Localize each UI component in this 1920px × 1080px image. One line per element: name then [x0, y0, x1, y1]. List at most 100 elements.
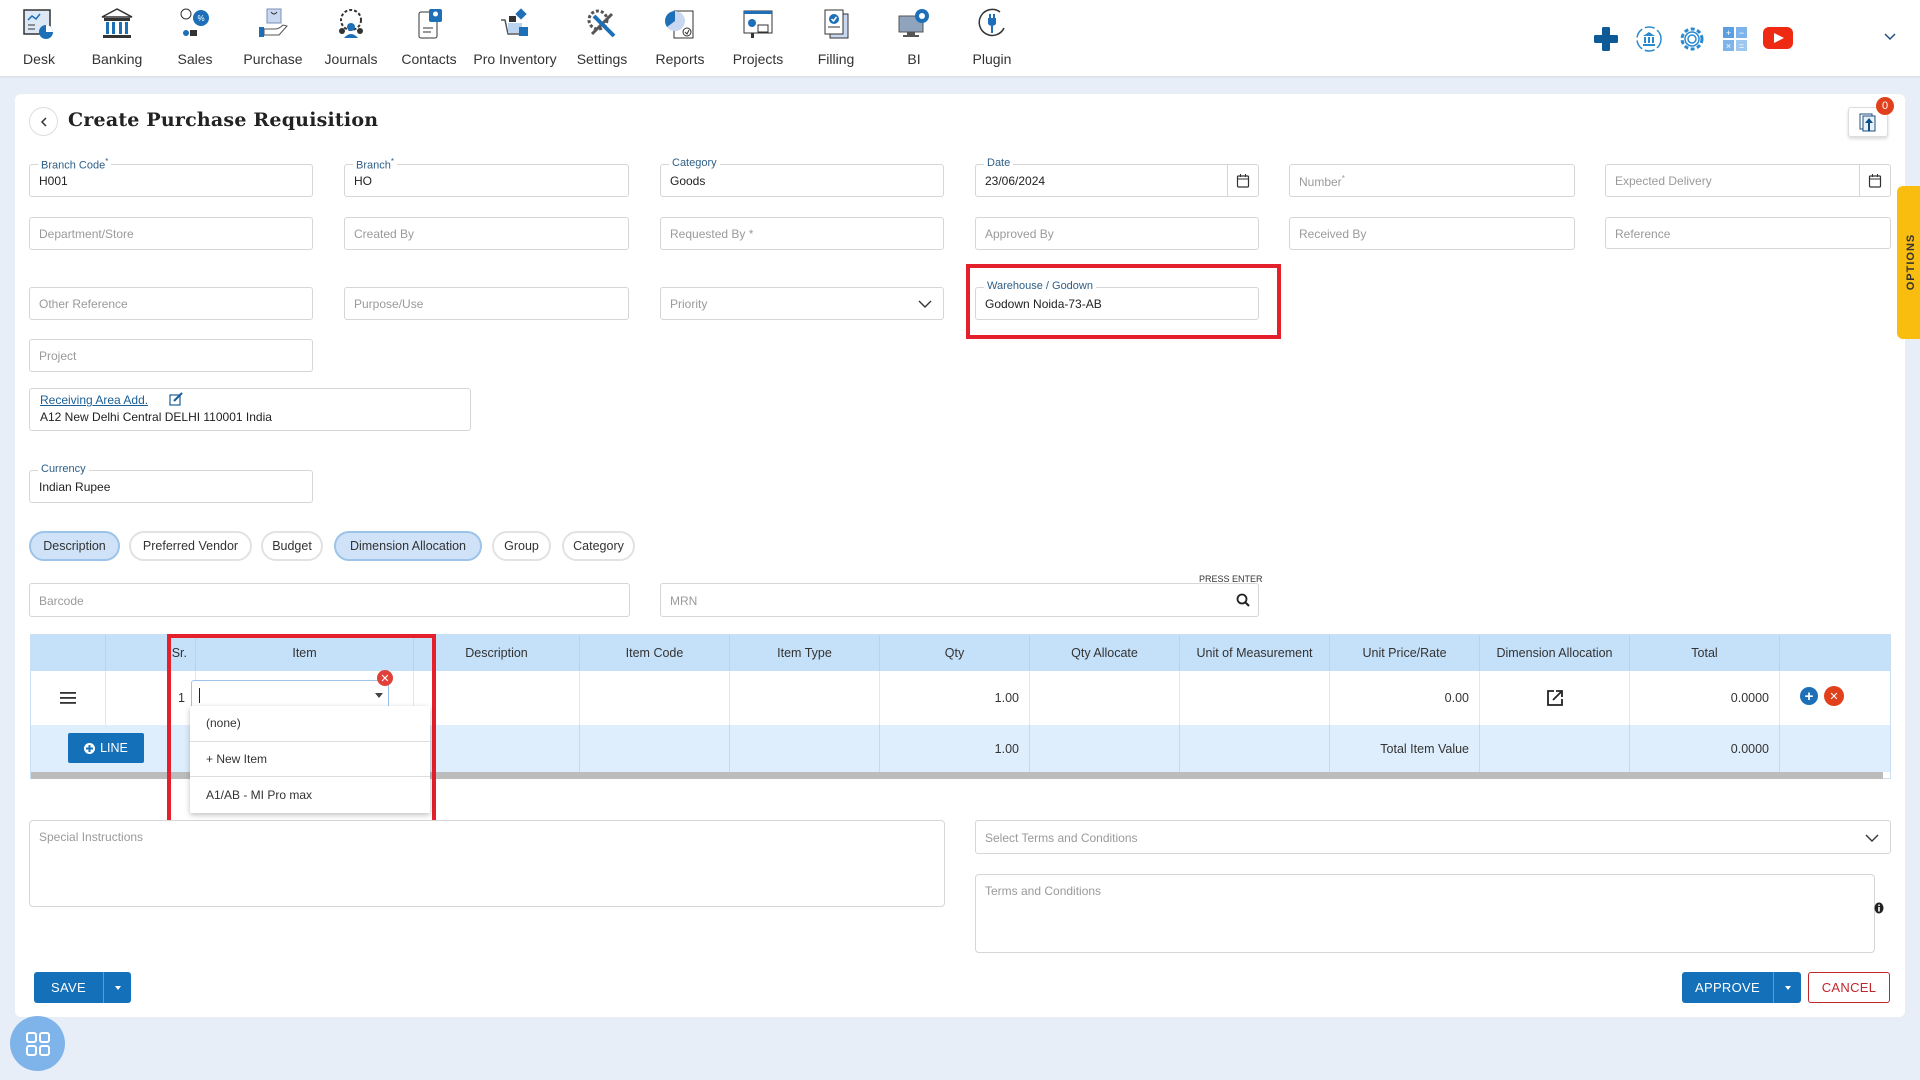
dropdown-option-none[interactable]: (none) [190, 706, 430, 742]
category-field[interactable]: Category Goods [660, 157, 944, 197]
date-picker-button[interactable] [1859, 165, 1890, 196]
date-field[interactable]: Date 23/06/2024 [975, 157, 1259, 197]
toggle-preferred-vendor[interactable]: Preferred Vendor [129, 531, 252, 561]
approved-by-field[interactable]: Approved By [975, 217, 1259, 250]
nav-filling[interactable]: Filling [798, 6, 874, 72]
cell-qty[interactable]: 1.00 [880, 671, 1030, 725]
dropdown-option-item[interactable]: A1/AB - MI Pro max [190, 777, 430, 813]
plugin-icon [978, 8, 1005, 37]
toggle-budget[interactable]: Budget [261, 531, 323, 561]
warehouse-godown-field[interactable]: Warehouse / Godown Godown Noida-73-AB [975, 280, 1259, 320]
project-field[interactable]: Project [29, 339, 313, 372]
footer-cell [1780, 725, 1890, 772]
toggle-category[interactable]: Category [562, 531, 635, 561]
calculator-button[interactable]: + − × = [1720, 24, 1750, 54]
requested-by-field[interactable]: Requested By * [660, 217, 944, 250]
nav-journals[interactable]: Journals [313, 6, 389, 72]
cell-qty-allocate[interactable] [1030, 671, 1180, 725]
sales-icon: % [180, 8, 209, 36]
cell-dimension-allocation [1480, 671, 1630, 725]
approve-button[interactable]: APPROVE [1682, 972, 1773, 1003]
mrn-input[interactable]: MRN [660, 583, 1259, 617]
toggle-dimension-allocation[interactable]: Dimension Allocation [334, 531, 482, 561]
approve-button-group: APPROVE [1682, 972, 1801, 1003]
cell-description[interactable] [414, 671, 580, 725]
add-button[interactable] [1591, 24, 1621, 54]
drag-handle[interactable] [31, 671, 106, 725]
nav-banking[interactable]: Banking [79, 6, 155, 72]
field-placeholder: Terms and Conditions [985, 884, 1102, 898]
nav-plugin[interactable]: Plugin [954, 6, 1030, 72]
cell-uom[interactable] [1180, 671, 1330, 725]
currency-field[interactable]: Currency Indian Rupee [29, 463, 313, 503]
cancel-button[interactable]: CANCEL [1808, 972, 1890, 1003]
dropdown-arrow-icon[interactable] [375, 693, 383, 698]
created-by-field[interactable]: Created By [344, 217, 629, 250]
external-link-icon[interactable] [1546, 689, 1564, 707]
nav-label: Sales [177, 51, 213, 67]
edit-icon[interactable] [169, 392, 183, 406]
clear-item-icon[interactable]: ✕ [377, 670, 393, 686]
department-store-field[interactable]: Department/Store [29, 217, 313, 250]
terms-textarea[interactable]: Terms and Conditions [975, 874, 1875, 953]
nav-desk[interactable]: Desk [1, 6, 77, 72]
dropdown-option-new-item[interactable]: + New Item [190, 742, 430, 778]
youtube-button[interactable] [1762, 26, 1794, 56]
nav-label: Projects [732, 51, 784, 67]
delete-row-button[interactable]: ✕ [1824, 686, 1844, 706]
apps-menu-button[interactable] [10, 1016, 65, 1071]
bank-sync-button[interactable] [1634, 24, 1664, 54]
nav-sales[interactable]: % Sales [157, 6, 233, 72]
info-icon[interactable] [1874, 902, 1884, 914]
cell-unit-price[interactable]: 0.00 [1330, 671, 1480, 725]
priority-select[interactable]: Priority [660, 287, 944, 320]
approve-options-button[interactable] [1773, 972, 1801, 1003]
journals-icon [339, 9, 363, 38]
expected-delivery-field[interactable]: Expected Delivery [1605, 164, 1891, 197]
reference-field[interactable]: Reference [1605, 217, 1891, 249]
save-options-button[interactable] [103, 972, 131, 1003]
search-icon[interactable] [1236, 593, 1250, 607]
other-reference-field[interactable]: Other Reference [29, 287, 313, 320]
terms-select[interactable]: Select Terms and Conditions [975, 820, 1891, 854]
barcode-input[interactable]: Barcode [29, 583, 630, 617]
cell-item-type[interactable] [730, 671, 880, 725]
cell-item-code[interactable] [580, 671, 730, 725]
options-side-tab[interactable]: OPTIONS [1897, 186, 1920, 339]
item-dropdown-menu: (none) + New Item A1/AB - MI Pro max [190, 706, 430, 813]
date-picker-button[interactable] [1227, 165, 1258, 196]
back-button[interactable] [29, 107, 58, 136]
branch-code-field[interactable]: Branch Code* H001 [29, 157, 313, 197]
svg-text:=: = [1739, 41, 1744, 51]
add-row-button[interactable]: + [1800, 687, 1818, 705]
purpose-use-field[interactable]: Purpose/Use [344, 287, 629, 320]
nav-label: Plugin [972, 51, 1012, 67]
nav-settings[interactable]: Settings [564, 6, 640, 72]
nav-contacts[interactable]: Contacts [391, 6, 467, 72]
save-button[interactable]: SAVE [34, 972, 103, 1003]
toggle-description[interactable]: Description [29, 531, 120, 561]
field-placeholder: Special Instructions [39, 830, 144, 844]
toggle-group[interactable]: Group [492, 531, 551, 561]
nav-purchase[interactable]: Purchase [235, 6, 311, 72]
close-icon: ✕ [1829, 690, 1839, 703]
nav-label: Desk [23, 51, 55, 67]
branch-field[interactable]: Branch* HO [344, 157, 629, 197]
nav-label: Pro Inventory [473, 51, 557, 67]
field-placeholder: Expected Delivery [1615, 174, 1712, 188]
nav-expand-button[interactable] [1882, 28, 1898, 44]
item-select-input[interactable] [191, 680, 389, 709]
number-field[interactable]: Number* [1289, 164, 1575, 197]
settings-button[interactable] [1677, 24, 1707, 54]
received-by-field[interactable]: Received By [1289, 217, 1575, 250]
plus-circle-icon [84, 742, 96, 754]
receiving-area-link[interactable]: Receiving Area Add. [40, 393, 148, 407]
add-line-button[interactable]: LINE [68, 733, 144, 763]
special-instructions-textarea[interactable]: Special Instructions [29, 820, 945, 907]
nav-pro-inventory[interactable]: Pro Inventory [469, 6, 561, 72]
nav-bi[interactable]: BI [876, 6, 952, 72]
table-header: Sr. Item Description Item Code Item Type… [31, 635, 1890, 671]
nav-reports[interactable]: Reports [642, 6, 718, 72]
nav-projects[interactable]: Projects [720, 6, 796, 72]
plus-icon: + [1804, 687, 1814, 705]
